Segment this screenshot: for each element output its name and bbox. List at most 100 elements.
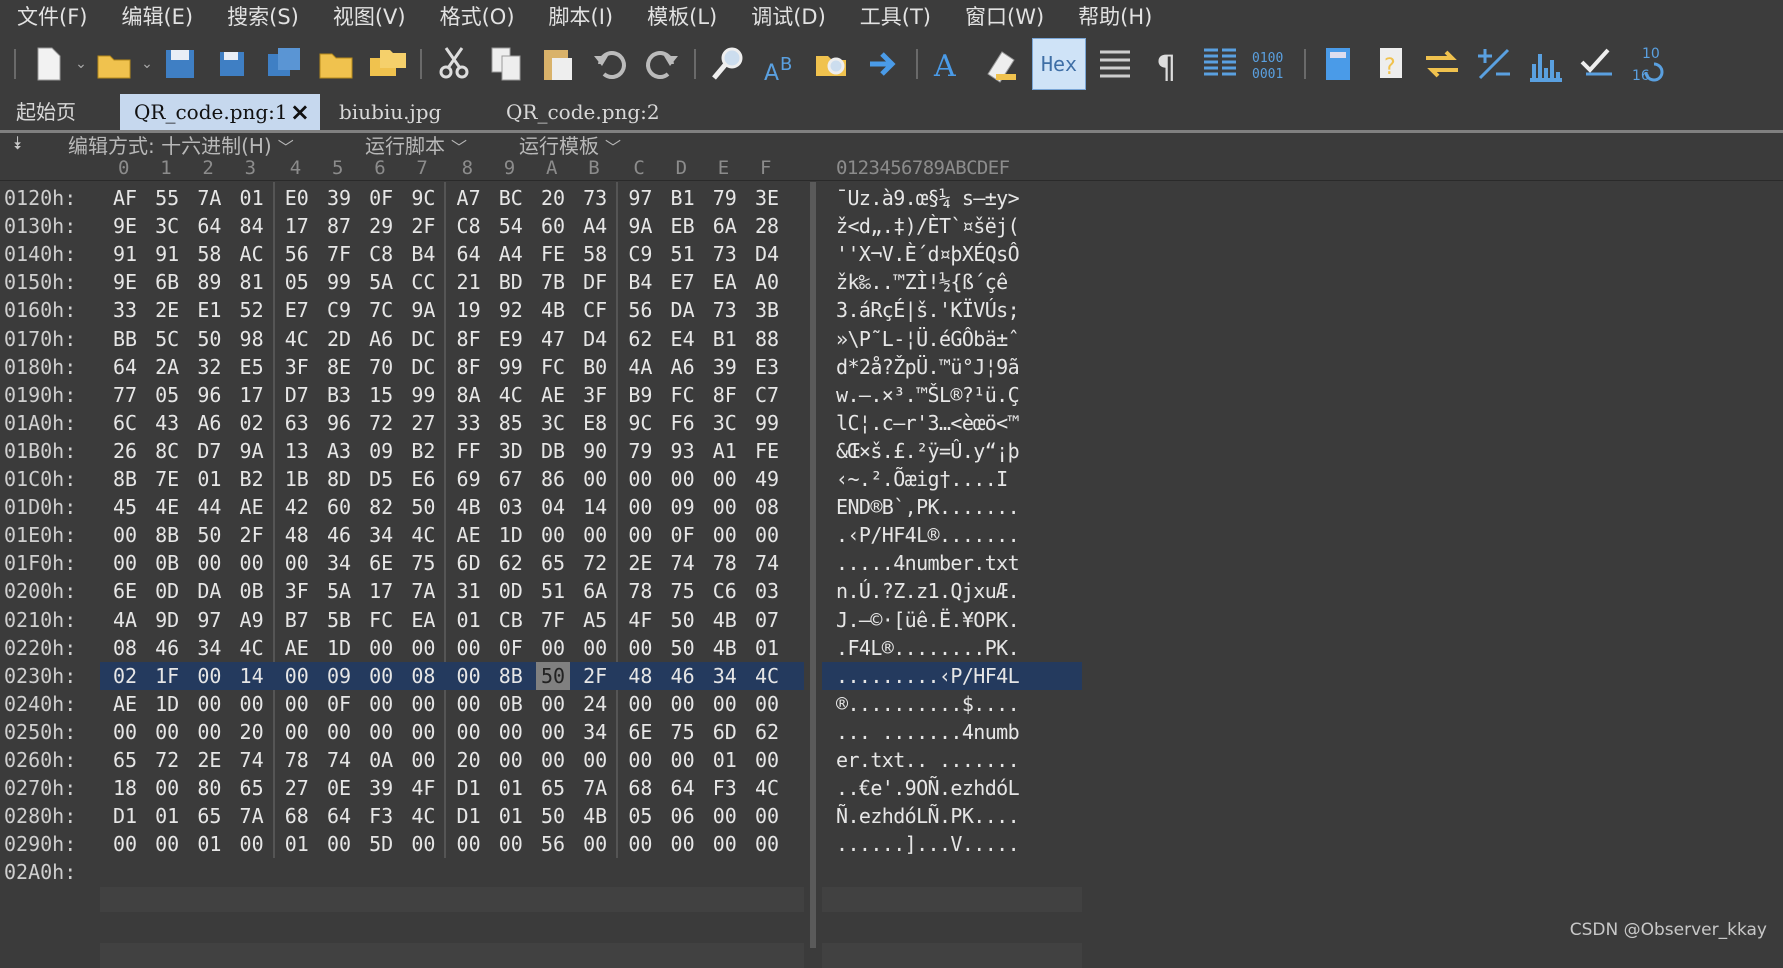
hex-icon[interactable]: Hex (1032, 38, 1086, 90)
hex-row[interactable]: 0280h: D1 01 65 7A 68 64 F3 4C D1 01 50 4B 05 06 00 00 Ñ.… (0, 802, 1783, 830)
hex-byte[interactable]: 93 (666, 437, 700, 465)
hex-byte[interactable]: 00 (364, 662, 398, 690)
hex-byte[interactable]: E0 (280, 184, 314, 212)
redo-icon[interactable] (640, 42, 684, 86)
hex-row[interactable]: 0230h: 02 1F 00 14 00 09 00 08 00 8B 50 2F 48 46 34 4C..… (0, 661, 1783, 690)
hex-byte[interactable]: 92 (494, 296, 528, 324)
hex-byte[interactable]: 05 (623, 802, 657, 830)
hex-byte[interactable]: 00 (452, 830, 486, 858)
hex-byte[interactable]: 64 (192, 212, 226, 240)
hex-byte[interactable]: 79 (623, 437, 657, 465)
hex-byte[interactable]: 46 (150, 634, 184, 662)
swap-icon[interactable] (1420, 42, 1464, 86)
hex-byte[interactable]: 4F (623, 606, 657, 634)
hex-row[interactable]: 0160h: 33 2E E1 52 E7 C9 7C 9A 19 92 4B CF 56 DA 73 3B 3.… (0, 296, 1783, 324)
menu-item-0[interactable]: 文件(F) (0, 0, 104, 34)
hex-byte[interactable]: 73 (578, 184, 612, 212)
hex-byte[interactable]: 00 (364, 690, 398, 718)
save-icon[interactable] (158, 42, 202, 86)
hex-row[interactable]: 0170h: BB 5C 50 98 4C 2D A6 DC 8F E9 47 D4 62 E4 B1 88 »\… (0, 325, 1783, 353)
hex-row[interactable]: 0150h: 9E 6B 89 81 05 99 5A CC 21 BD 7B DF B4 E7 EA A0 žk… (0, 268, 1783, 296)
hex-byte[interactable]: A0 (750, 268, 784, 296)
hex-byte[interactable]: D4 (750, 240, 784, 268)
find-in-files-icon[interactable] (810, 42, 854, 86)
hex-byte[interactable]: 01 (280, 830, 314, 858)
compare-icon[interactable] (1094, 42, 1138, 86)
hex-byte[interactable]: 74 (235, 746, 269, 774)
hex-byte[interactable]: 00 (406, 634, 440, 662)
hex-byte[interactable]: 3B (750, 296, 784, 324)
hex-byte[interactable]: 5D (364, 830, 398, 858)
save-as-icon[interactable] (210, 42, 254, 86)
hex-byte[interactable]: DA (192, 577, 226, 605)
hex-byte[interactable]: 00 (235, 830, 269, 858)
ascii-text[interactable]: 3.áRçÉ|š.'KÏVÚs; (836, 296, 1020, 324)
hex-byte[interactable]: 51 (666, 240, 700, 268)
hex-byte[interactable]: E9 (494, 325, 528, 353)
hex-byte[interactable]: 00 (406, 718, 440, 746)
hex-row[interactable]: 0120h: AF 55 7A 01 E0 39 0F 9C A7 BC 20 73 97 B1 79 3E ¯U… (0, 184, 1783, 212)
hex-byte[interactable]: 00 (536, 690, 570, 718)
hex-byte[interactable]: 03 (494, 493, 528, 521)
hex-byte[interactable]: 4C (750, 662, 784, 690)
hex-byte[interactable]: 3C (708, 409, 742, 437)
find-icon[interactable] (706, 42, 750, 86)
hex-byte[interactable]: 58 (192, 240, 226, 268)
hex-byte[interactable]: 17 (235, 381, 269, 409)
checksum-icon[interactable] (1576, 42, 1620, 86)
hex-byte[interactable]: 7A (235, 802, 269, 830)
hex-byte[interactable]: 60 (322, 493, 356, 521)
hex-byte[interactable]: 8A (452, 381, 486, 409)
hex-byte[interactable]: 8F (452, 325, 486, 353)
hex-byte[interactable]: 00 (280, 718, 314, 746)
ascii-text[interactable]: d*2å?ŽpÜ.™ü°J¦9ã (836, 353, 1020, 381)
hex-byte[interactable]: A7 (452, 184, 486, 212)
hex-byte[interactable]: 2D (322, 325, 356, 353)
hex-byte[interactable]: 68 (623, 774, 657, 802)
hex-byte[interactable]: 0A (364, 746, 398, 774)
hex-byte[interactable]: 17 (364, 577, 398, 605)
ascii-text[interactable]: .F4L®........PK. (836, 634, 1020, 662)
hex-row[interactable]: 01D0h: 45 4E 44 AE 42 60 82 50 4B 03 04 14 00 09 00 08 EN… (0, 493, 1783, 521)
hex-byte[interactable]: A4 (578, 212, 612, 240)
save-all-icon[interactable] (262, 42, 306, 86)
hex-byte[interactable]: B4 (406, 240, 440, 268)
hex-byte[interactable]: 00 (280, 690, 314, 718)
hex-byte[interactable]: 1B (280, 465, 314, 493)
hex-byte[interactable]: 8B (494, 662, 528, 690)
ascii-text[interactable]: ‹~.².Õæig†....I (836, 465, 1008, 493)
menu-item-5[interactable]: 脚本(I) (532, 0, 631, 34)
hex-byte[interactable]: D1 (452, 802, 486, 830)
hex-byte[interactable]: 3C (536, 409, 570, 437)
hex-byte[interactable]: 8B (150, 521, 184, 549)
hex-byte[interactable]: 65 (192, 802, 226, 830)
hex-byte[interactable]: 7E (150, 465, 184, 493)
hex-byte[interactable]: 00 (708, 690, 742, 718)
hex-byte[interactable]: 1D (150, 690, 184, 718)
hex-byte[interactable]: 7F (322, 240, 356, 268)
hex-row[interactable]: 0210h: 4A 9D 97 A9 B7 5B FC EA 01 CB 7F A5 4F 50 4B 07 J.… (0, 606, 1783, 634)
template-help-icon[interactable]: ? (1368, 42, 1412, 86)
hex-byte[interactable]: F3 (708, 774, 742, 802)
hex-byte[interactable]: D7 (192, 437, 226, 465)
hex-byte[interactable]: C9 (322, 296, 356, 324)
ascii-text[interactable]: ..€e'.9OÑ.ezhdóL (836, 774, 1020, 802)
hex-byte[interactable]: 00 (406, 690, 440, 718)
hex-byte[interactable]: 27 (280, 774, 314, 802)
hex-byte[interactable]: 7B (536, 268, 570, 296)
hex-byte[interactable]: 00 (150, 830, 184, 858)
hex-byte[interactable]: 00 (623, 746, 657, 774)
hex-byte[interactable]: 46 (666, 662, 700, 690)
hex-byte[interactable]: 00 (666, 830, 700, 858)
hex-byte[interactable]: EA (406, 606, 440, 634)
hex-byte[interactable]: 54 (494, 212, 528, 240)
hex-byte[interactable]: 0B (150, 549, 184, 577)
font-icon[interactable]: A (928, 42, 972, 86)
hex-byte[interactable]: 00 (623, 830, 657, 858)
hex-byte[interactable]: A9 (235, 606, 269, 634)
hex-byte[interactable]: 00 (192, 662, 226, 690)
hex-byte[interactable]: 0F (364, 184, 398, 212)
hex-byte[interactable]: 8C (150, 437, 184, 465)
hex-byte[interactable]: 4F (406, 774, 440, 802)
hex-byte[interactable]: 4A (108, 606, 142, 634)
